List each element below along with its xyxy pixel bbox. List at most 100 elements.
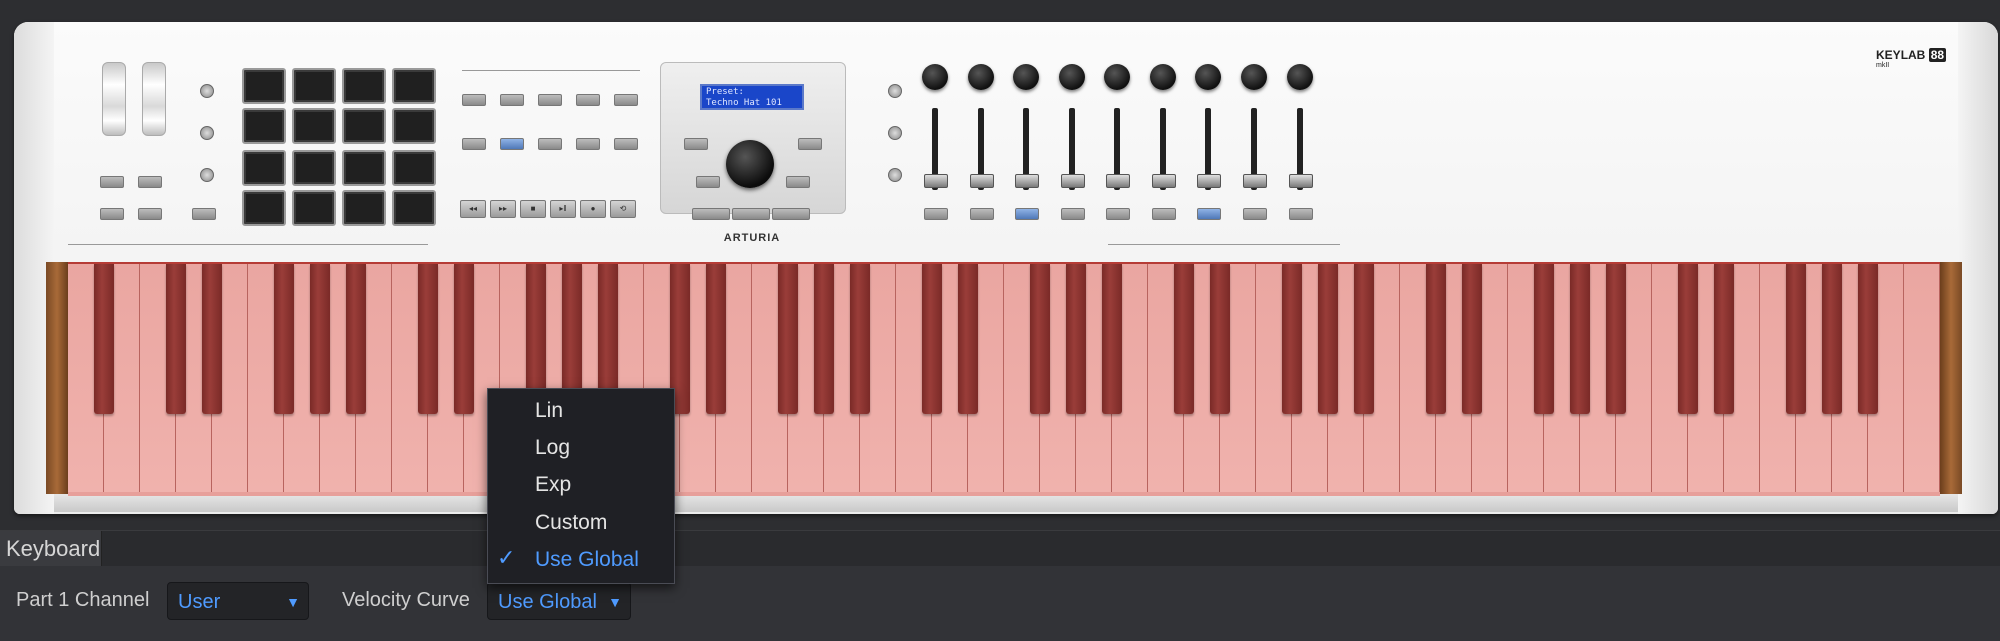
oct-up-button[interactable]	[138, 208, 162, 220]
black-key[interactable]	[1425, 264, 1447, 414]
rewind-button[interactable]: ◂◂	[460, 200, 486, 218]
select-button[interactable]	[1106, 208, 1130, 220]
black-key[interactable]	[1677, 264, 1699, 414]
daw-metro-button[interactable]	[576, 138, 600, 150]
drum-pad[interactable]	[342, 150, 386, 186]
select-button[interactable]	[1197, 208, 1221, 220]
daw-write-button[interactable]	[614, 94, 638, 106]
black-key[interactable]	[345, 264, 367, 414]
select-button[interactable]	[1015, 208, 1039, 220]
black-key[interactable]	[705, 264, 727, 414]
oct-down-button[interactable]	[100, 208, 124, 220]
velocity-curve-dropdown[interactable]: Use Global ▼	[487, 582, 631, 620]
category-button[interactable]	[692, 208, 730, 220]
screen-back-button[interactable]	[696, 176, 720, 188]
black-key[interactable]	[93, 264, 115, 414]
drum-pad[interactable]	[392, 190, 436, 226]
drum-pad[interactable]	[242, 150, 286, 186]
screen-left-button[interactable]	[684, 138, 708, 150]
black-key[interactable]	[777, 264, 799, 414]
fast-forward-button[interactable]: ▸▸	[490, 200, 516, 218]
black-key[interactable]	[1569, 264, 1591, 414]
menu-item-log[interactable]: Log	[535, 436, 570, 460]
screen-right-button[interactable]	[798, 138, 822, 150]
black-key[interactable]	[921, 264, 943, 414]
black-key[interactable]	[417, 264, 439, 414]
black-key[interactable]	[1029, 264, 1051, 414]
fader-cap[interactable]	[1243, 174, 1267, 188]
white-key[interactable]	[1904, 264, 1940, 492]
tab-keyboard[interactable]: Keyboard	[0, 531, 102, 566]
select-button[interactable]	[924, 208, 948, 220]
black-key[interactable]	[1353, 264, 1375, 414]
encoder-knob[interactable]	[1195, 64, 1221, 90]
black-key[interactable]	[1785, 264, 1807, 414]
encoder-knob[interactable]	[968, 64, 994, 90]
menu-item-custom[interactable]: Custom	[535, 511, 607, 535]
encoder-knob[interactable]	[922, 64, 948, 90]
drum-pad[interactable]	[342, 68, 386, 104]
main-encoder[interactable]	[726, 140, 774, 188]
encoder-knob[interactable]	[1287, 64, 1313, 90]
fader-cap[interactable]	[924, 174, 948, 188]
drum-pad[interactable]	[392, 108, 436, 144]
black-key[interactable]	[165, 264, 187, 414]
sync-button[interactable]	[888, 168, 902, 182]
pitch-wheel[interactable]	[102, 62, 126, 136]
drum-pad[interactable]	[392, 150, 436, 186]
black-key[interactable]	[1065, 264, 1087, 414]
mod-wheel[interactable]	[142, 62, 166, 136]
black-key[interactable]	[201, 264, 223, 414]
select-button[interactable]	[1152, 208, 1176, 220]
drum-pad[interactable]	[292, 108, 336, 144]
encoder-knob[interactable]	[1013, 64, 1039, 90]
fader-cap[interactable]	[1015, 174, 1039, 188]
daw-save-button[interactable]	[462, 138, 486, 150]
daw-record-button[interactable]	[538, 94, 562, 106]
black-key[interactable]	[813, 264, 835, 414]
black-key[interactable]	[1101, 264, 1123, 414]
fader-cap[interactable]	[1106, 174, 1130, 188]
pad-button[interactable]	[200, 84, 214, 98]
fader-cap[interactable]	[1061, 174, 1085, 188]
stop-button[interactable]: ■	[520, 200, 546, 218]
chord-memory-button[interactable]	[200, 126, 214, 140]
screen-enter-button[interactable]	[786, 176, 810, 188]
fader-cap[interactable]	[1289, 174, 1313, 188]
menu-item-use-global[interactable]: Use Global	[535, 548, 639, 572]
encoder-knob[interactable]	[1104, 64, 1130, 90]
drum-pad[interactable]	[242, 68, 286, 104]
black-key[interactable]	[1533, 264, 1555, 414]
select-button[interactable]	[1061, 208, 1085, 220]
drum-pad[interactable]	[292, 150, 336, 186]
drum-pad[interactable]	[292, 190, 336, 226]
daw-read-button[interactable]	[576, 94, 600, 106]
next-button[interactable]	[888, 84, 902, 98]
trans-button[interactable]	[138, 176, 162, 188]
chord-transpose-button[interactable]	[200, 168, 214, 182]
select-button[interactable]	[1243, 208, 1267, 220]
select-button[interactable]	[970, 208, 994, 220]
daw-mute-button[interactable]	[500, 94, 524, 106]
previous-button[interactable]	[888, 126, 902, 140]
black-key[interactable]	[1173, 264, 1195, 414]
menu-item-exp[interactable]: Exp	[535, 473, 571, 497]
black-key[interactable]	[1605, 264, 1627, 414]
black-key[interactable]	[1461, 264, 1483, 414]
black-key[interactable]	[1821, 264, 1843, 414]
daw-out-button[interactable]	[538, 138, 562, 150]
black-key[interactable]	[1317, 264, 1339, 414]
fader-cap[interactable]	[1197, 174, 1221, 188]
encoder-knob[interactable]	[1241, 64, 1267, 90]
part1-channel-dropdown[interactable]: User ▼	[167, 582, 309, 620]
loop-button[interactable]: ⟲	[610, 200, 636, 218]
drum-pad[interactable]	[242, 190, 286, 226]
fader-cap[interactable]	[970, 174, 994, 188]
record-button[interactable]: ●	[580, 200, 606, 218]
black-key[interactable]	[309, 264, 331, 414]
encoder-knob[interactable]	[1059, 64, 1085, 90]
black-key[interactable]	[1857, 264, 1879, 414]
black-key[interactable]	[273, 264, 295, 414]
midi-ch-button[interactable]	[192, 208, 216, 220]
drum-pad[interactable]	[342, 108, 386, 144]
